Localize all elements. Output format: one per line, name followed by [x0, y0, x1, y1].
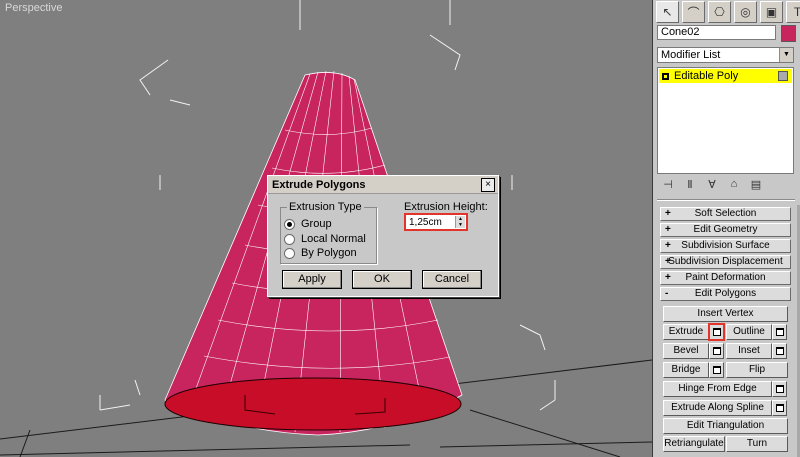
command-panel: ↖ ⌒ ⎔ ◎ ▣ T Cone02 Modifier List ▼ Edita… — [653, 0, 800, 457]
radio-by-polygon[interactable]: By Polygon — [284, 247, 357, 259]
stack-toggle-icon[interactable] — [778, 71, 788, 81]
extrude-along-spline-settings-icon[interactable] — [772, 400, 787, 416]
rollout-sign: + — [665, 208, 671, 219]
extrusion-height-input[interactable] — [407, 216, 457, 228]
display-icon[interactable]: ▣ — [760, 1, 783, 23]
object-color-swatch[interactable] — [781, 25, 796, 42]
extrude-along-spline-button[interactable]: Extrude Along Spline — [663, 400, 772, 416]
turn-button[interactable]: Turn — [726, 436, 788, 452]
modifier-stack[interactable]: Editable Poly — [657, 67, 794, 174]
inset-button[interactable]: Inset — [726, 343, 772, 359]
hinge-settings-icon[interactable] — [772, 381, 787, 397]
radio-group-label: Group — [301, 218, 332, 230]
outline-button[interactable]: Outline — [726, 324, 772, 340]
rollout-sign: + — [665, 224, 671, 235]
bevel-button[interactable]: Bevel — [663, 343, 709, 359]
separator — [657, 199, 795, 201]
dialog-title: Extrude Polygons — [272, 178, 366, 191]
object-name-field[interactable]: Cone02 — [657, 25, 776, 40]
expand-icon[interactable] — [662, 72, 669, 80]
modifier-list-label: Modifier List — [661, 49, 721, 61]
inset-settings-icon[interactable] — [772, 343, 787, 359]
rollout-paint-deformation[interactable]: + Paint Deformation — [660, 271, 791, 285]
extrude-polygons-dialog: Extrude Polygons × Extrusion Type Group … — [267, 175, 499, 297]
pin-stack-icon[interactable]: ⊣ — [661, 178, 675, 191]
retriangulate-button[interactable]: Retriangulate — [663, 436, 725, 452]
rollout-edit-polygons[interactable]: - Edit Polygons — [660, 287, 791, 301]
edit-triangulation-button[interactable]: Edit Triangulation — [663, 418, 788, 434]
extrude-settings-icon[interactable] — [708, 323, 725, 341]
rollout-sign: + — [665, 272, 671, 283]
radio-group[interactable]: Group — [284, 218, 332, 230]
bridge-button[interactable]: Bridge — [663, 362, 709, 378]
ok-button[interactable]: OK — [352, 270, 412, 289]
dialog-titlebar[interactable]: Extrude Polygons × — [268, 176, 498, 194]
select-icon[interactable]: ↖ — [656, 1, 679, 23]
rollout-label: Edit Polygons — [694, 288, 757, 299]
command-panel-tabs: ↖ ⌒ ⎔ ◎ ▣ T — [656, 1, 800, 23]
radio-local-normal-icon[interactable] — [284, 233, 295, 245]
insert-vertex-button[interactable]: Insert Vertex — [663, 306, 788, 322]
rollout-label: Subdivision Displacement — [668, 256, 783, 267]
utilities-icon[interactable]: T — [786, 1, 800, 23]
cancel-button[interactable]: Cancel — [422, 270, 482, 289]
stack-item-label: Editable Poly — [674, 70, 739, 82]
show-end-result-icon[interactable]: Ⅱ — [683, 178, 697, 191]
rollout-label: Subdivision Surface — [681, 240, 770, 251]
hierarchy-icon[interactable]: ⎔ — [708, 1, 731, 23]
radio-by-polygon-icon[interactable] — [284, 247, 295, 259]
chevron-down-icon[interactable]: ▼ — [779, 48, 793, 62]
rollout-soft-selection[interactable]: + Soft Selection — [660, 207, 791, 221]
rollout-label: Paint Deformation — [685, 272, 766, 283]
bevel-settings-icon[interactable] — [709, 343, 724, 359]
rollout-subdivision-displacement[interactable]: + Subdivision Displacement — [660, 255, 791, 269]
close-icon[interactable]: × — [481, 178, 495, 192]
bridge-settings-icon[interactable] — [709, 362, 724, 378]
rollout-area: + Soft Selection + Edit Geometry + Subdi… — [657, 205, 796, 457]
spinner-down-icon[interactable]: ▼ — [456, 222, 465, 228]
rollout-subdivision-surface[interactable]: + Subdivision Surface — [660, 239, 791, 253]
motion-icon[interactable]: ◎ — [734, 1, 757, 23]
cone-base[interactable] — [164, 377, 462, 431]
stack-item-editable-poly[interactable]: Editable Poly — [659, 69, 792, 83]
make-unique-icon[interactable]: ∀ — [705, 178, 719, 191]
rollout-label: Edit Geometry — [693, 224, 758, 235]
rollout-sign: + — [665, 240, 671, 251]
flip-button[interactable]: Flip — [726, 362, 788, 378]
viewport-label[interactable]: Perspective — [5, 2, 62, 14]
extrusion-height-label: Extrusion Height: — [404, 201, 488, 213]
configure-sets-icon[interactable]: ▤ — [749, 178, 763, 191]
create-icon[interactable]: ⌒ — [682, 1, 705, 23]
radio-by-polygon-label: By Polygon — [301, 247, 357, 259]
rollout-sign: + — [665, 256, 671, 267]
outline-settings-icon[interactable] — [772, 324, 787, 340]
modifier-list-dropdown[interactable]: Modifier List ▼ — [657, 47, 794, 63]
hinge-from-edge-button[interactable]: Hinge From Edge — [663, 381, 772, 397]
extrude-button[interactable]: Extrude — [663, 324, 709, 340]
radio-group-icon[interactable] — [284, 218, 295, 230]
radio-local-normal[interactable]: Local Normal — [284, 233, 366, 245]
rollout-sign: - — [665, 288, 669, 299]
rollout-label: Soft Selection — [694, 208, 757, 219]
remove-modifier-icon[interactable]: ⌂ — [727, 178, 741, 191]
extrusion-type-label: Extrusion Type — [287, 201, 364, 213]
rollout-edit-geometry[interactable]: + Edit Geometry — [660, 223, 791, 237]
extrusion-height-spinner[interactable]: ▲ ▼ — [404, 213, 468, 231]
spinner-arrows[interactable]: ▲ ▼ — [455, 216, 465, 228]
apply-button[interactable]: Apply — [282, 270, 342, 289]
radio-local-normal-label: Local Normal — [301, 233, 366, 245]
stack-tools: ⊣ Ⅱ ∀ ⌂ ▤ — [661, 178, 763, 191]
